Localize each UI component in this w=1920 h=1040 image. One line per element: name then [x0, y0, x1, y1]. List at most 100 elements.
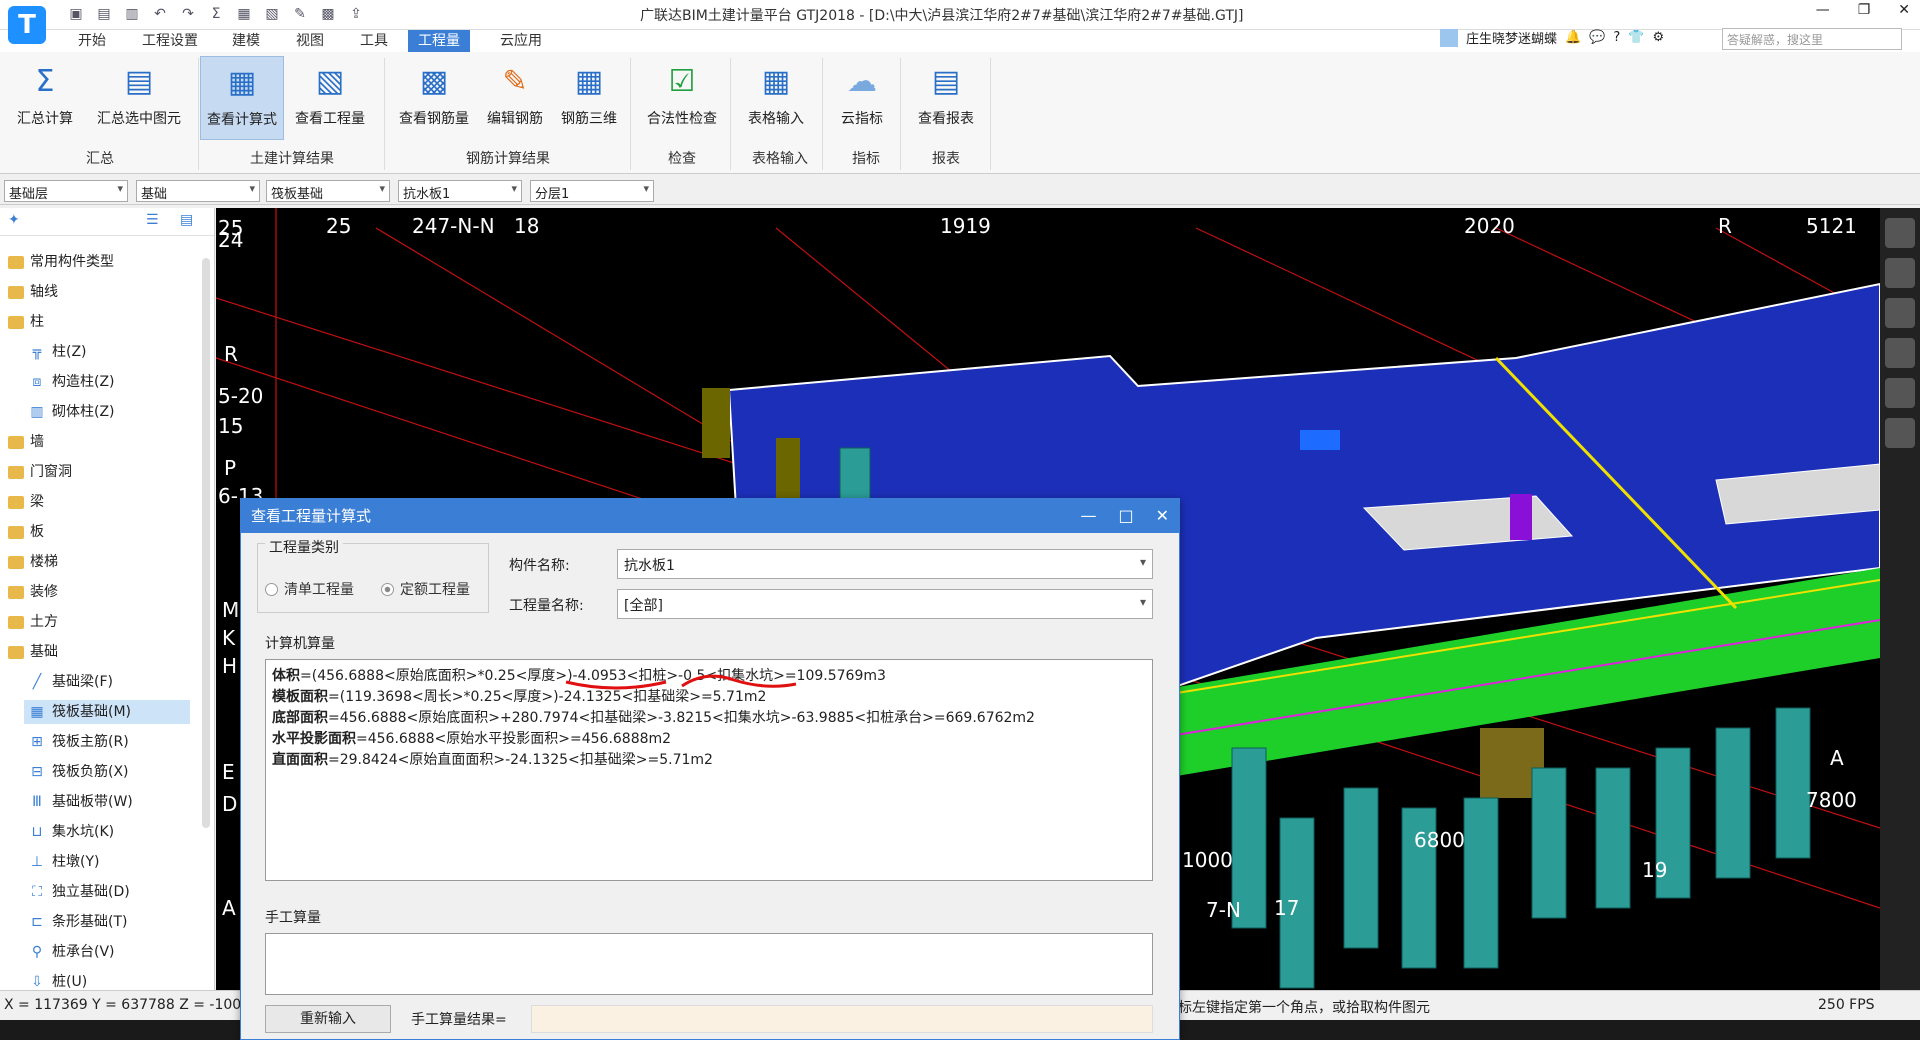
layer-select[interactable]: 分层1 [530, 180, 654, 202]
tree-item-stairs[interactable]: 楼梯 [8, 550, 58, 574]
manual-input-box[interactable] [265, 933, 1153, 995]
tree-item-pile[interactable]: ⇩ 桩(U) [28, 970, 87, 990]
tree-item-isolated-footing[interactable]: ⛶ 独立基础(D) [28, 880, 130, 904]
shirt-icon[interactable]: 👕 [1628, 30, 1644, 45]
tree-toolbar: ✦ ☰ ▤ [0, 208, 214, 236]
manual-result-field[interactable] [531, 1005, 1153, 1033]
view-rebar-button[interactable]: ▩ 查看钢筋量 [392, 56, 476, 140]
redo-icon[interactable]: ↷ [178, 4, 198, 24]
tab-view[interactable]: 视图 [286, 30, 334, 52]
view-formula-button[interactable]: ▦ 查看计算式 [200, 56, 284, 140]
raft-icon: ▦ [30, 704, 44, 720]
chat-icon[interactable]: 💬 [1589, 30, 1605, 45]
dialog-title-bar[interactable]: 查看工程量计算式 — □ ✕ [241, 499, 1179, 533]
formula-icon: ▦ [227, 65, 257, 100]
tree-item-common[interactable]: 常用构件类型 [8, 250, 114, 274]
tree-item-foundation[interactable]: 基础 [8, 640, 58, 664]
tree-scrollbar[interactable] [202, 258, 210, 828]
app-logo[interactable]: T [8, 6, 46, 44]
tree-item-strip-footing[interactable]: ⊏ 条形基础(T) [28, 910, 127, 934]
tree-item-slab-strip[interactable]: Ⅲ 基础板带(W) [28, 790, 133, 814]
tree-item-wall[interactable]: 墙 [8, 430, 44, 454]
zoom-icon[interactable] [1885, 258, 1915, 288]
tree-item-openings[interactable]: 门窗洞 [8, 460, 72, 484]
summary-selected-button[interactable]: ▤ 汇总选中图元 [84, 56, 194, 140]
folder-icon [8, 585, 24, 599]
new-file-icon[interactable]: ▤ [94, 4, 114, 24]
close-icon[interactable]: ✕ [1898, 2, 1910, 18]
undo-icon[interactable]: ↶ [150, 4, 170, 24]
table-input-button[interactable]: ▦ 表格输入 [736, 56, 816, 140]
tree-item-column-z[interactable]: ╦ 柱(Z) [28, 340, 87, 364]
tree-item-raft-foundation[interactable]: ▦ 筏板基础(M) [24, 700, 190, 724]
pin-icon[interactable]: ✦ [8, 212, 20, 228]
tree-item-raft-main-rebar[interactable]: ⊞ 筏板主筋(R) [28, 730, 129, 754]
report-icon[interactable]: ▧ [262, 4, 282, 24]
view-quantity-button[interactable]: ▧ 查看工程量 [288, 56, 372, 140]
dialog-minimize-icon[interactable]: — [1080, 499, 1096, 533]
element-name-select[interactable]: 抗水板1 [617, 549, 1153, 579]
element-select[interactable]: 抗水板1 [398, 180, 522, 202]
tree-item-foundation-beam[interactable]: ╱ 基础梁(F) [28, 670, 113, 694]
sum-icon[interactable]: Σ [206, 4, 226, 24]
view-icon[interactable]: ▦ [234, 4, 254, 24]
tree-item-column[interactable]: 柱 [8, 310, 44, 334]
restore-icon[interactable]: ❐ [1858, 2, 1871, 18]
rebar-3d-button[interactable]: ▦ 钢筋三维 [554, 56, 624, 140]
view-report-button[interactable]: ▤ 查看报表 [906, 56, 986, 140]
summary-calc-button[interactable]: Σ 汇总计算 [10, 56, 80, 140]
tree-item-slab[interactable]: 板 [8, 520, 44, 544]
cloud-index-button[interactable]: ☁ 云指标 [830, 56, 894, 140]
tree-item-struct-column[interactable]: ⧈ 构造柱(Z) [28, 370, 115, 394]
tab-modeling[interactable]: 建模 [222, 30, 270, 52]
tree-item-decoration[interactable]: 装修 [8, 580, 58, 604]
tree-item-pile-cap[interactable]: ⚲ 桩承台(V) [28, 940, 115, 964]
save-icon[interactable]: ▣ [66, 4, 86, 24]
open-file-icon[interactable]: ▥ [122, 4, 142, 24]
list-view-icon[interactable]: ☰ [146, 212, 159, 228]
tree-item-earthwork[interactable]: 土方 [8, 610, 58, 634]
quantity-name-select[interactable]: [全部] [617, 589, 1153, 619]
dialog-close-icon[interactable]: ✕ [1156, 499, 1169, 533]
bell-icon[interactable]: 🔔 [1565, 30, 1581, 45]
floor-select[interactable]: 基础层 [4, 180, 128, 202]
orbit-icon[interactable] [1885, 218, 1915, 248]
rotate-icon[interactable] [1885, 338, 1915, 368]
tree-item-beam[interactable]: 梁 [8, 490, 44, 514]
legality-check-button[interactable]: ☑ 合法性检查 [640, 56, 724, 140]
user-name[interactable]: 庄生晓梦迷蝴蝶 [1466, 28, 1557, 47]
calc-formula-box[interactable]: 体积=(456.6888<原始底面积>*0.25<厚度>)-4.0953<扣桩>… [265, 659, 1153, 881]
edit-icon[interactable]: ✎ [290, 4, 310, 24]
tab-project-settings[interactable]: 工程设置 [132, 30, 208, 52]
pan-icon[interactable] [1885, 298, 1915, 328]
help-icon[interactable]: ? [1613, 30, 1620, 45]
tree-item-sump-pit[interactable]: ⊔ 集水坑(K) [28, 820, 115, 844]
settings-icon[interactable]: ⚙ [1652, 30, 1664, 45]
type-select[interactable]: 筏板基础 [266, 180, 390, 202]
table-view-icon[interactable]: ▤ [180, 212, 193, 228]
group-rebar-results: 钢筋计算结果 [466, 151, 550, 167]
category-select[interactable]: 基础 [136, 180, 260, 202]
export-icon[interactable]: ⇪ [346, 4, 366, 24]
tab-tools[interactable]: 工具 [350, 30, 398, 52]
tree-item-masonry-column[interactable]: ▥ 砌体柱(Z) [28, 400, 114, 424]
fit-view-icon[interactable] [1885, 378, 1915, 408]
tree-item-raft-neg-rebar[interactable]: ⊟ 筏板负筋(X) [28, 760, 128, 784]
edit-rebar-button[interactable]: ✎ 编辑钢筋 [480, 56, 550, 140]
folder-icon [8, 285, 24, 299]
tab-start[interactable]: 开始 [68, 30, 116, 52]
grid-icon[interactable]: ▩ [318, 4, 338, 24]
layers-icon[interactable] [1885, 418, 1915, 448]
dialog-maximize-icon[interactable]: □ [1118, 499, 1133, 533]
tab-cloud[interactable]: 云应用 [490, 30, 552, 52]
tab-quantity[interactable]: 工程量 [408, 30, 470, 52]
tree-item-axis[interactable]: 轴线 [8, 280, 58, 304]
user-avatar-icon[interactable] [1440, 28, 1458, 47]
minimize-icon[interactable]: — [1816, 2, 1830, 18]
search-input[interactable]: 答疑解惑，搜这里 [1722, 28, 1902, 50]
radio-list-quantity[interactable]: 清单工程量 [265, 579, 354, 599]
reinput-button[interactable]: 重新输入 [265, 1005, 391, 1033]
radio-quota-quantity[interactable]: 定额工程量 [381, 579, 470, 599]
tree-item-column-pier[interactable]: ⊥ 柱墩(Y) [28, 850, 100, 874]
report-doc-icon: ▤ [931, 64, 961, 99]
